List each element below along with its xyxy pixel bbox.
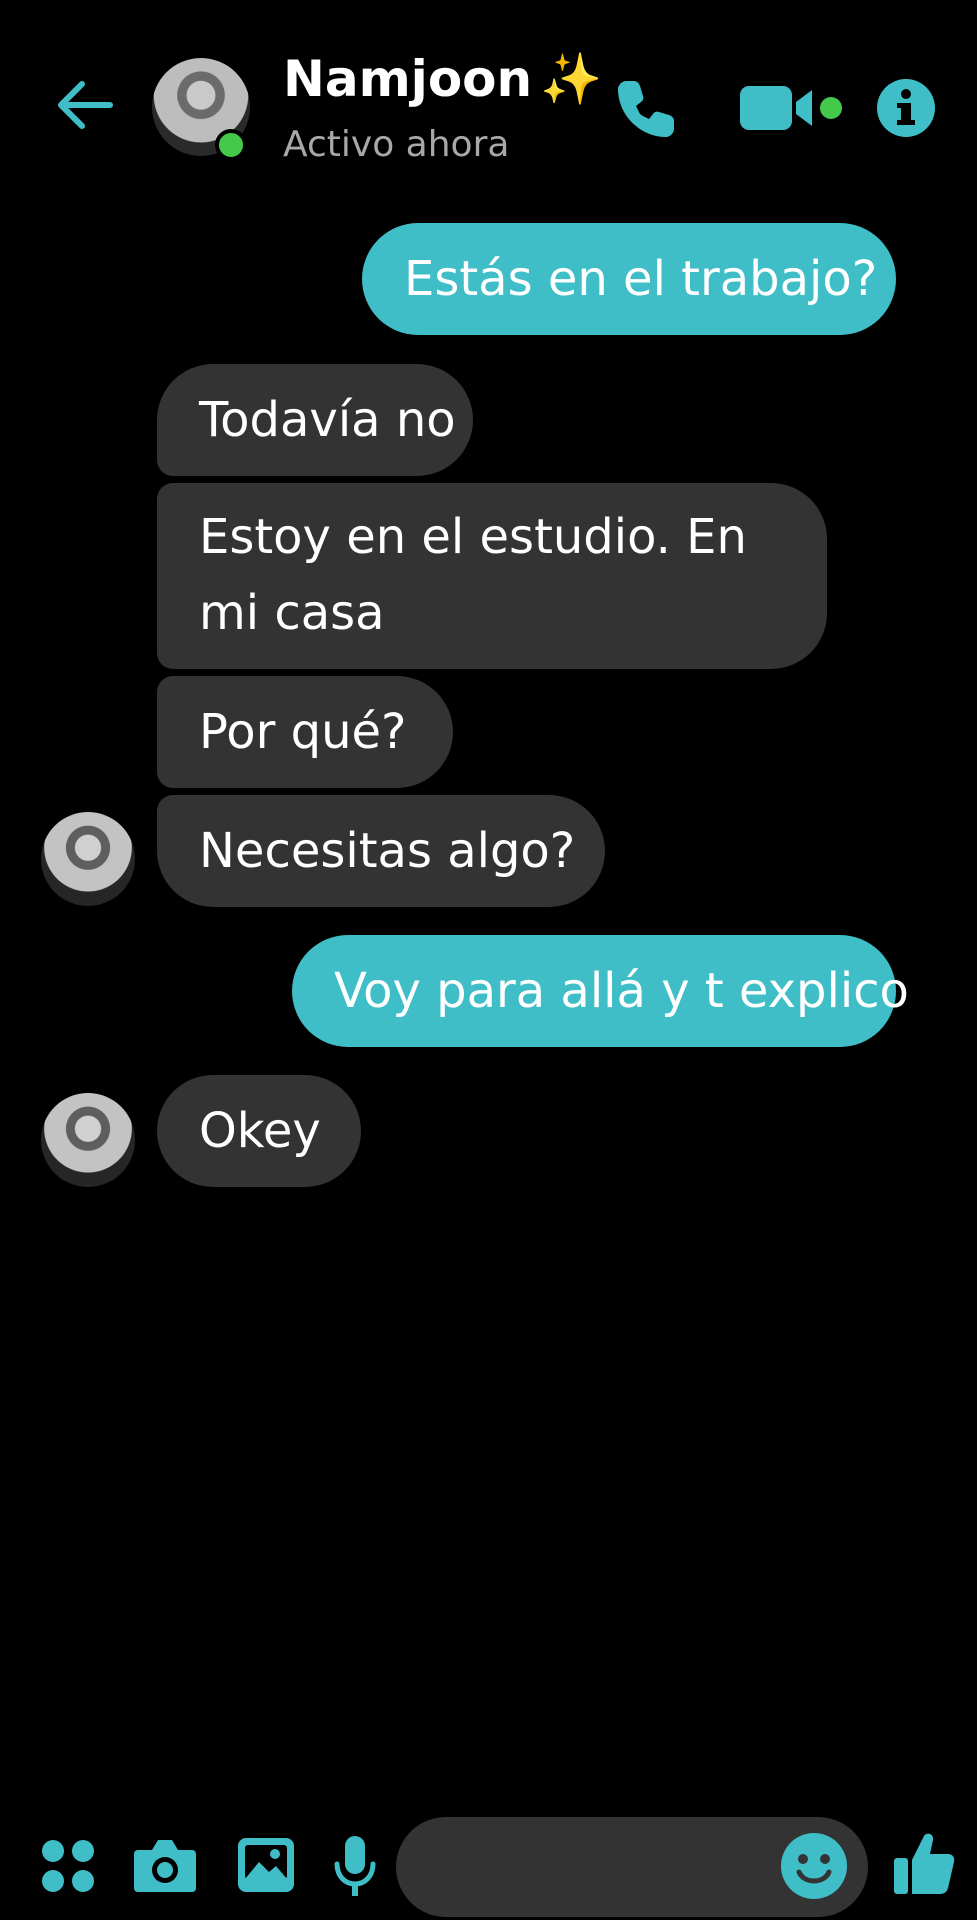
message-incoming[interactable]: Estoy en el estudio. En mi casa	[157, 483, 827, 669]
phone-icon	[618, 81, 674, 137]
message-outgoing[interactable]: Estás en el trabajo?	[362, 223, 896, 335]
message-incoming[interactable]: Okey	[157, 1075, 361, 1187]
active-status: Activo ahora	[283, 124, 510, 165]
camera-button[interactable]	[132, 1836, 198, 1894]
info-button[interactable]	[876, 78, 936, 138]
info-icon	[877, 79, 935, 137]
image-icon	[238, 1838, 294, 1892]
microphone-button[interactable]	[334, 1834, 376, 1900]
contact-avatar-small[interactable]	[41, 1093, 135, 1187]
message-incoming[interactable]: Necesitas algo?	[157, 795, 605, 907]
call-button[interactable]	[612, 75, 680, 143]
emoji-button[interactable]	[780, 1832, 848, 1900]
gallery-button[interactable]	[236, 1836, 296, 1894]
sparkle-emoji: ✨	[540, 50, 603, 108]
message-outgoing[interactable]: Voy para allá y t explico	[292, 935, 909, 1047]
smiley-icon	[781, 1833, 847, 1899]
thumbs-up-icon	[894, 1833, 955, 1894]
contact-name[interactable]: Namjoon ✨	[283, 50, 602, 109]
video-call-button[interactable]	[738, 80, 846, 138]
microphone-icon	[334, 1836, 376, 1896]
arrow-left-icon	[58, 81, 113, 129]
apps-button[interactable]	[40, 1838, 96, 1894]
four-dots-icon	[42, 1840, 94, 1892]
like-button[interactable]	[892, 1830, 956, 1896]
message-incoming[interactable]: Por qué?	[157, 676, 453, 788]
contact-name-text: Namjoon	[283, 50, 533, 108]
camera-icon	[134, 1840, 196, 1892]
contact-avatar-small[interactable]	[41, 812, 135, 906]
video-camera-icon	[740, 86, 842, 130]
back-button[interactable]	[52, 72, 118, 138]
online-indicator	[215, 129, 247, 161]
chat-header: Namjoon ✨ Activo ahora	[0, 0, 977, 210]
message-incoming[interactable]: Todavía no	[157, 364, 473, 476]
